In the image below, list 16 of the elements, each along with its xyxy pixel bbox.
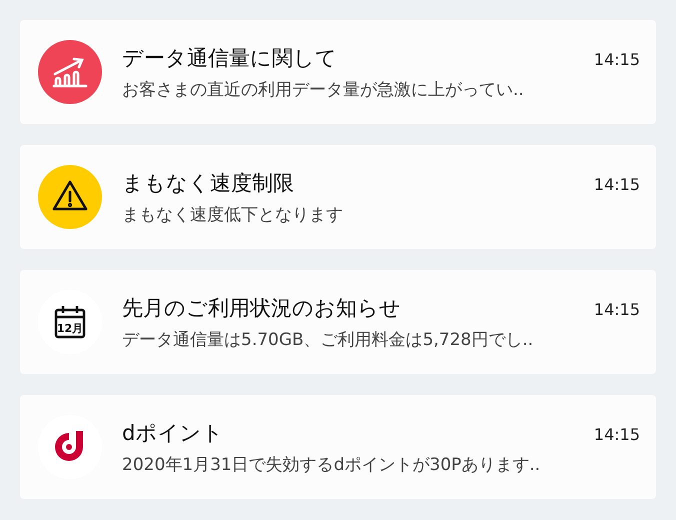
notification-title: データ通信量に関して [122,44,337,72]
notification-title: dポイント [122,420,224,446]
notification-message: 2020年1月31日で失効するdポイントが30Pあります.. [122,454,542,476]
notification-message: まもなく速度低下となります [122,204,344,226]
notification-time: 14:15 [594,300,640,318]
notification-time: 14:15 [594,50,640,68]
notification-card[interactable]: 12月 先月のご利用状況のお知らせ 14:15 データ通信量は5.70GB、ご利用料金は5,728円でし.. [20,270,656,374]
notification-title: 先月のご利用状況のお知らせ [122,294,401,322]
notification-message: お客さまの直近の利用データ量が急激に上がってい.. [122,78,525,100]
notification-title: まもなく速度制限 [122,170,294,196]
notification-message: データ通信量は5.70GB、ご利用料金は5,728円でし.. [122,328,534,350]
notification-card[interactable]: データ通信量に関して 14:15 お客さまの直近の利用データ量が急激に上がってい.. [20,20,656,124]
notification-card[interactable]: dポイント 14:15 2020年1月31日で失効するdポイントが30Pあります.. [20,395,656,499]
notification-time: 14:15 [594,424,640,444]
notification-card[interactable]: まもなく速度制限 14:15 まもなく速度低下となります [20,145,656,249]
notification-time: 14:15 [594,174,640,194]
